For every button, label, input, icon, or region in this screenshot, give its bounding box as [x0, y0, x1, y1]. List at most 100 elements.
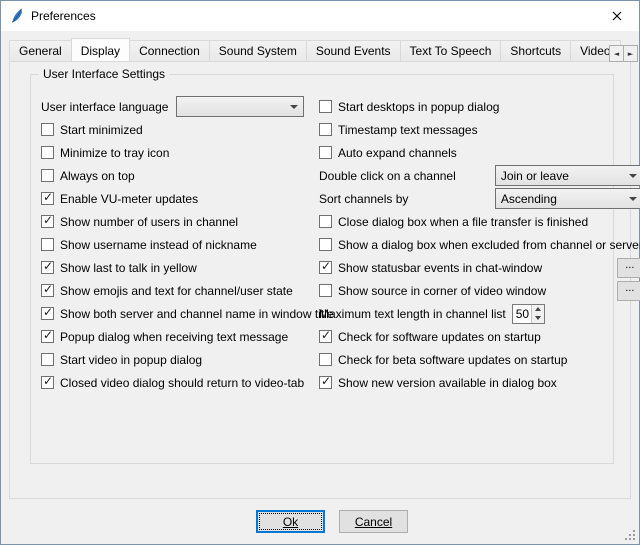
checkbox-row[interactable]: Show both server and channel name in win…: [41, 302, 319, 325]
double-click-row: Double click on a channel Join or leave: [319, 164, 640, 187]
checkbox-label: Closed video dialog should return to vid…: [60, 376, 304, 390]
checkbox-row[interactable]: Show a dialog box when excluded from cha…: [319, 233, 640, 256]
checkbox-label: Show emojis and text for channel/user st…: [60, 284, 293, 298]
checkbox-row[interactable]: Show number of users in channel: [41, 210, 319, 233]
tab-shortcuts[interactable]: Shortcuts: [500, 40, 571, 61]
checkbox[interactable]: [41, 169, 54, 182]
checkbox[interactable]: [41, 376, 54, 389]
checkbox-row[interactable]: Auto expand channels: [319, 141, 640, 164]
right-column: Start desktops in popup dialog Timestamp…: [319, 95, 640, 394]
checkbox-row[interactable]: Start minimized: [41, 118, 319, 141]
double-click-value: Join or leave: [501, 169, 623, 183]
max-text-length-label: Maximum text length in channel list: [319, 307, 506, 321]
checkbox-label: Popup dialog when receiving text message: [60, 330, 288, 344]
checkbox-row[interactable]: Show emojis and text for channel/user st…: [41, 279, 319, 302]
checkbox[interactable]: [41, 192, 54, 205]
display-tab-panel: User Interface Settings User interface l…: [9, 61, 631, 499]
checkbox-row[interactable]: Show username instead of nickname: [41, 233, 319, 256]
language-row: User interface language: [41, 95, 319, 118]
checkbox-label: Check for software updates on startup: [338, 330, 541, 344]
tab-sound-system[interactable]: Sound System: [209, 40, 307, 61]
checkbox[interactable]: [41, 307, 54, 320]
checkbox-label: Show number of users in channel: [60, 215, 238, 229]
title-bar: Preferences: [1, 1, 639, 31]
checkbox[interactable]: [41, 123, 54, 136]
checkbox-label: Show statusbar events in chat-window: [338, 261, 542, 275]
checkbox-row[interactable]: Closed video dialog should return to vid…: [41, 371, 319, 394]
double-click-label: Double click on a channel: [319, 169, 456, 183]
double-click-dropdown[interactable]: Join or leave: [495, 165, 640, 186]
checkbox-label: Show new version available in dialog box: [338, 376, 557, 390]
checkbox[interactable]: [41, 238, 54, 251]
checkbox-row[interactable]: Start video in popup dialog: [41, 348, 319, 371]
checkbox-row[interactable]: Check for beta software updates on start…: [319, 348, 640, 371]
tab-bar: General Display Connection Sound System …: [9, 38, 631, 61]
checkbox[interactable]: [41, 261, 54, 274]
tab-scroll-right-icon[interactable]: ►: [623, 45, 638, 62]
checkbox-row[interactable]: Show new version available in dialog box: [319, 371, 640, 394]
checkbox[interactable]: [41, 353, 54, 366]
checkbox[interactable]: [319, 353, 332, 366]
video-source-row[interactable]: Show source in corner of video window ..…: [319, 279, 640, 302]
checkbox[interactable]: [319, 146, 332, 159]
checkbox-row[interactable]: Show last to talk in yellow: [41, 256, 319, 279]
checkbox-row[interactable]: Enable VU-meter updates: [41, 187, 319, 210]
checkbox-label: Enable VU-meter updates: [60, 192, 198, 206]
video-source-more-button[interactable]: ...: [617, 281, 640, 301]
checkbox[interactable]: [41, 330, 54, 343]
checkbox[interactable]: [319, 261, 332, 274]
checkbox-label: Show last to talk in yellow: [60, 261, 197, 275]
checkbox[interactable]: [319, 215, 332, 228]
checkbox-row[interactable]: Check for software updates on startup: [319, 325, 640, 348]
close-button[interactable]: [594, 1, 639, 31]
language-dropdown[interactable]: [176, 96, 304, 117]
chevron-down-icon: [629, 174, 637, 178]
max-text-length-spinner[interactable]: 50: [512, 304, 545, 324]
checkbox[interactable]: [319, 238, 332, 251]
checkbox-label: Timestamp text messages: [338, 123, 478, 137]
checkbox-row[interactable]: Popup dialog when receiving text message: [41, 325, 319, 348]
tab-scroll-left-icon[interactable]: ◄: [609, 45, 624, 62]
checkbox-label: Show source in corner of video window: [338, 284, 546, 298]
checkbox-label: Show both server and channel name in win…: [60, 307, 334, 321]
checkbox-label: Minimize to tray icon: [60, 146, 169, 160]
statusbar-events-more-button[interactable]: ...: [617, 258, 640, 278]
chevron-up-icon: [535, 307, 541, 311]
tab-sound-events[interactable]: Sound Events: [306, 40, 401, 61]
checkbox[interactable]: [319, 376, 332, 389]
checkbox-row[interactable]: Always on top: [41, 164, 319, 187]
tab-general[interactable]: General: [9, 40, 72, 61]
resize-grip[interactable]: [624, 529, 636, 541]
checkbox[interactable]: [41, 215, 54, 228]
spin-down-button[interactable]: [532, 314, 544, 323]
checkbox-row[interactable]: Close dialog box when a file transfer is…: [319, 210, 640, 233]
checkbox[interactable]: [319, 330, 332, 343]
statusbar-events-row[interactable]: Show statusbar events in chat-window ...: [319, 256, 640, 279]
checkbox-label: Check for beta software updates on start…: [338, 353, 567, 367]
checkbox-row[interactable]: Minimize to tray icon: [41, 141, 319, 164]
sort-channels-label: Sort channels by: [319, 192, 408, 206]
dialog-buttons: Ok Cancel: [25, 510, 639, 533]
checkbox-label: Show a dialog box when excluded from cha…: [338, 238, 640, 252]
ui-settings-group: User Interface Settings User interface l…: [30, 74, 614, 464]
sort-channels-value: Ascending: [501, 192, 623, 206]
checkbox-label: Start video in popup dialog: [60, 353, 202, 367]
checkbox-row[interactable]: Start desktops in popup dialog: [319, 95, 640, 118]
checkbox[interactable]: [319, 100, 332, 113]
checkbox-row[interactable]: Timestamp text messages: [319, 118, 640, 141]
sort-channels-dropdown[interactable]: Ascending: [495, 188, 640, 209]
left-column: User interface language Start minimized …: [41, 95, 319, 394]
cancel-button[interactable]: Cancel: [339, 510, 408, 533]
tab-display[interactable]: Display: [71, 38, 130, 61]
spin-up-button[interactable]: [532, 305, 544, 314]
checkbox[interactable]: [319, 123, 332, 136]
checkbox-label: Start minimized: [60, 123, 143, 137]
tab-text-to-speech[interactable]: Text To Speech: [400, 40, 502, 61]
checkbox-label: Show username instead of nickname: [60, 238, 257, 252]
checkbox[interactable]: [319, 284, 332, 297]
checkbox[interactable]: [41, 284, 54, 297]
max-text-length-value: 50: [513, 305, 531, 323]
tab-connection[interactable]: Connection: [129, 40, 210, 61]
checkbox[interactable]: [41, 146, 54, 159]
ok-button[interactable]: Ok: [256, 510, 325, 533]
